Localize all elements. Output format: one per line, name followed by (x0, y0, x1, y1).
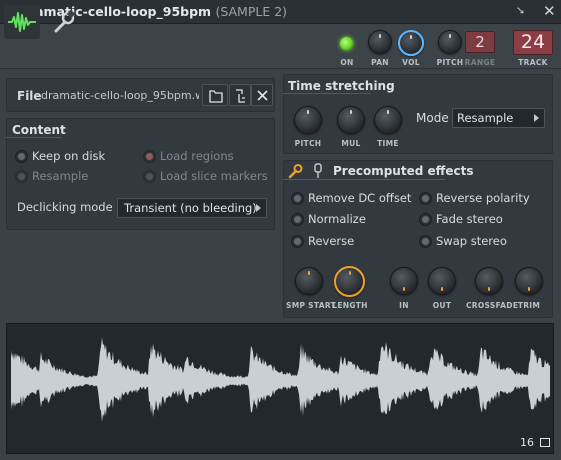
swap-stereo-label: Swap stereo (436, 234, 507, 248)
mixer-track-display[interactable]: 24 (513, 30, 553, 55)
smp-start-label: SMP START (286, 301, 336, 310)
trim-label: TRIM (517, 301, 541, 310)
keep-on-disk-label: Keep on disk (32, 149, 106, 163)
load-regions-radio[interactable] (143, 150, 156, 163)
time-stretching-title: Time stretching (288, 79, 395, 93)
vol-label: VOL (402, 58, 420, 67)
resample-label: Resample (32, 169, 89, 183)
track-label: TRACK (518, 58, 548, 67)
instrument-properties-tab[interactable] (46, 5, 82, 39)
close-icon[interactable]: ✕ (543, 2, 556, 20)
file-label: File (17, 89, 42, 103)
content-title-underline (6, 137, 62, 138)
wrench-icon (54, 9, 76, 33)
window-title-subtitle: (SAMPLE 2) (215, 4, 288, 19)
keep-on-disk-radio[interactable] (15, 150, 28, 163)
mode-label: Mode (416, 111, 449, 125)
waveform-icon (8, 12, 36, 32)
smp-start-knob[interactable] (295, 267, 323, 295)
pitch-label: PITCH (436, 58, 464, 67)
zoom-value: 16 (520, 436, 534, 449)
length-label: LENGTH (332, 301, 368, 310)
reverse-polarity-label: Reverse polarity (436, 191, 530, 205)
fade-in-knob[interactable] (390, 267, 418, 295)
time-stretching-underline (283, 93, 371, 94)
fade-stereo-label: Fade stereo (436, 212, 503, 226)
normalize-radio[interactable] (291, 213, 304, 226)
remove-dc-offset-label: Remove DC offset (308, 191, 412, 205)
stretch-time-label: TIME (377, 139, 399, 148)
dropdown-arrow-icon (534, 114, 539, 122)
in-label: IN (399, 301, 409, 310)
normalize-label: Normalize (308, 212, 366, 226)
stretch-mul-label: MUL (341, 139, 361, 148)
range-label: RANGE (464, 58, 496, 67)
sample-settings-tab[interactable] (4, 5, 40, 39)
waveform-shape (11, 337, 550, 422)
resample-radio[interactable] (15, 170, 28, 183)
remove-dc-offset-radio[interactable] (291, 192, 304, 205)
stretch-mode-value: Resample (457, 111, 514, 125)
locate-file-icon (236, 89, 245, 103)
pitch-knob[interactable] (438, 30, 462, 54)
zoom-indicator[interactable]: 16 (520, 436, 550, 449)
title-bar[interactable]: dramatic-cello-loop_95bpm (SAMPLE 2) ➘ ✕ (0, 0, 561, 24)
out-label: OUT (432, 301, 452, 310)
on-label: ON (340, 58, 354, 67)
precomputed-effects-title: Precomputed effects (333, 164, 474, 178)
load-slice-markers-radio[interactable] (143, 170, 156, 183)
stretch-mode-select[interactable]: Resample (452, 108, 545, 128)
reverse-polarity-radio[interactable] (419, 192, 432, 205)
clear-file-button[interactable] (251, 84, 273, 106)
load-slice-markers-label: Load slice markers (160, 169, 268, 183)
pan-knob[interactable] (368, 30, 392, 54)
stretch-mul-knob[interactable] (337, 106, 365, 134)
locate-file-button[interactable] (229, 84, 251, 106)
browse-file-button[interactable] (202, 84, 228, 106)
folder-icon (209, 90, 223, 103)
file-name: dramatic-cello-loop_95bpm.wav (41, 89, 199, 102)
x-icon (257, 90, 268, 101)
pan-label: PAN (371, 58, 389, 67)
dropdown-arrow-icon (256, 204, 261, 212)
length-knob[interactable] (334, 266, 365, 297)
pitch-range-display[interactable]: 2 (465, 31, 495, 53)
zoom-frame-icon (539, 438, 550, 447)
channel-on-led[interactable] (340, 37, 353, 50)
volume-knob[interactable] (398, 30, 424, 56)
fade-stereo-radio[interactable] (419, 213, 432, 226)
declicking-mode-label: Declicking mode (17, 200, 113, 214)
fade-out-knob[interactable] (428, 267, 456, 295)
trim-knob[interactable] (515, 267, 543, 295)
reverse-label: Reverse (308, 234, 355, 248)
waveform-graphic (11, 337, 550, 422)
declicking-mode-select[interactable]: Transient (no bleeding) (117, 198, 267, 218)
waveform-display[interactable] (6, 323, 554, 454)
swap-stereo-radio[interactable] (419, 235, 432, 248)
load-regions-label: Load regions (160, 149, 234, 163)
content-title: Content (12, 123, 66, 137)
crossfade-knob[interactable] (475, 267, 503, 295)
reverse-radio[interactable] (291, 235, 304, 248)
stretch-pitch-label: PITCH (294, 139, 322, 148)
crossfade-label: CROSSFADE (466, 301, 519, 310)
effects-title-underline (283, 179, 445, 180)
detach-arrow-icon[interactable]: ➘ (516, 4, 525, 17)
declicking-mode-value: Transient (no bleeding) (124, 201, 257, 215)
stretch-time-knob[interactable] (374, 106, 402, 134)
stretch-pitch-knob[interactable] (294, 106, 322, 134)
